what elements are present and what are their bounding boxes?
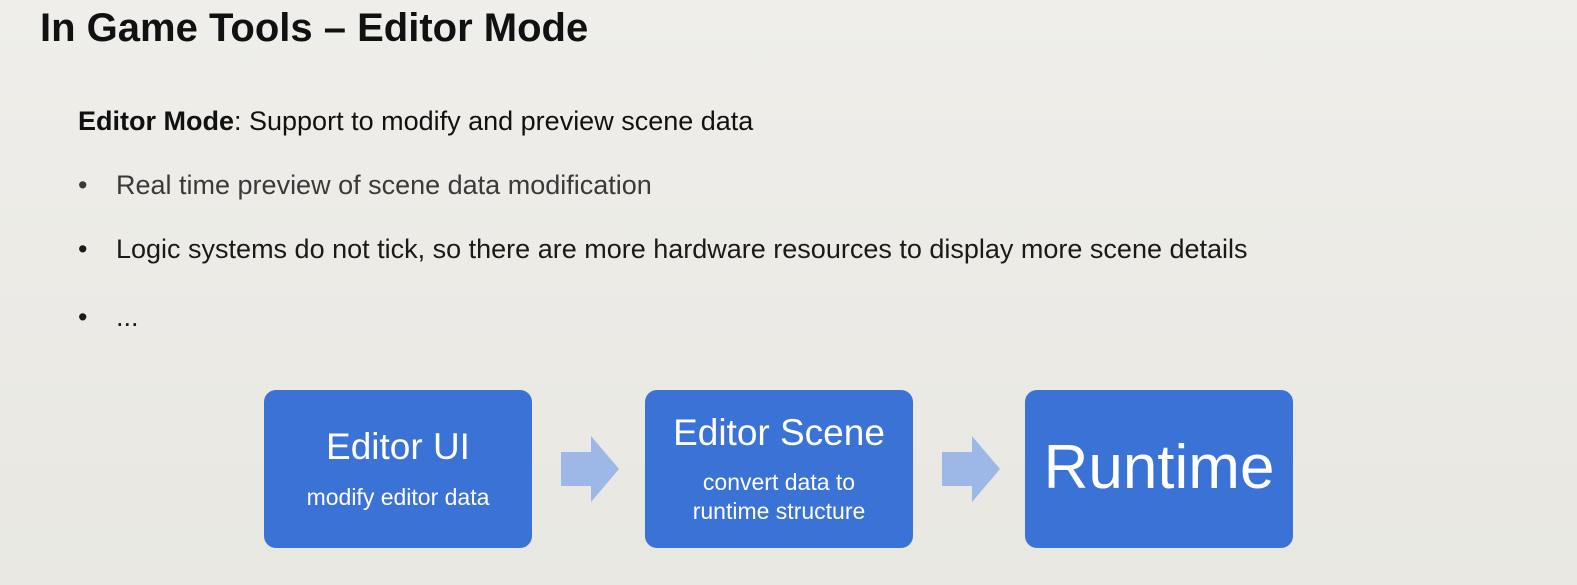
- bullet-text: ...: [116, 302, 139, 332]
- right-arrow-icon: [942, 436, 1000, 502]
- bullet-dot: •: [78, 170, 88, 200]
- flow-box-subtitle-line: runtime structure: [692, 498, 866, 524]
- flow-box-runtime: Runtime: [1025, 390, 1293, 548]
- slide: In Game Tools – Editor Mode Editor Mode:…: [0, 0, 1577, 585]
- flow-box-editor-ui: Editor UI modify editor data: [264, 390, 532, 548]
- flow-box-subtitle: modify editor data: [306, 484, 490, 510]
- bullet-dot: •: [78, 234, 88, 264]
- flow-box-subtitle-line: convert data to: [702, 469, 856, 495]
- lead-line: Editor Mode: Support to modify and previ…: [78, 106, 753, 137]
- bullet-item: • Logic systems do not tick, so there are…: [78, 234, 1248, 265]
- lead-term: Editor Mode: [78, 106, 234, 136]
- right-arrow-icon: [561, 436, 619, 502]
- bullet-item: • Real time preview of scene data modific…: [78, 170, 652, 201]
- flow-box-editor-scene: Editor Scene convert data to runtime str…: [645, 390, 913, 548]
- flow-box-subtitle: convert data to runtime structure: [645, 468, 913, 526]
- arrow-shape: [561, 436, 619, 502]
- flow-box-title: Runtime: [1043, 433, 1275, 502]
- bullet-text: Logic systems do not tick, so there are …: [116, 234, 1248, 264]
- bullet-item: •...: [78, 302, 139, 333]
- slide-title: In Game Tools – Editor Mode: [40, 6, 589, 50]
- bullet-dot: •: [78, 302, 88, 332]
- arrow-shape: [942, 436, 1000, 502]
- flow-box-title: Editor UI: [326, 426, 470, 467]
- bullet-text: Real time preview of scene data modifica…: [116, 170, 652, 200]
- lead-description: : Support to modify and preview scene da…: [234, 106, 754, 136]
- flow-box-title: Editor Scene: [673, 412, 885, 453]
